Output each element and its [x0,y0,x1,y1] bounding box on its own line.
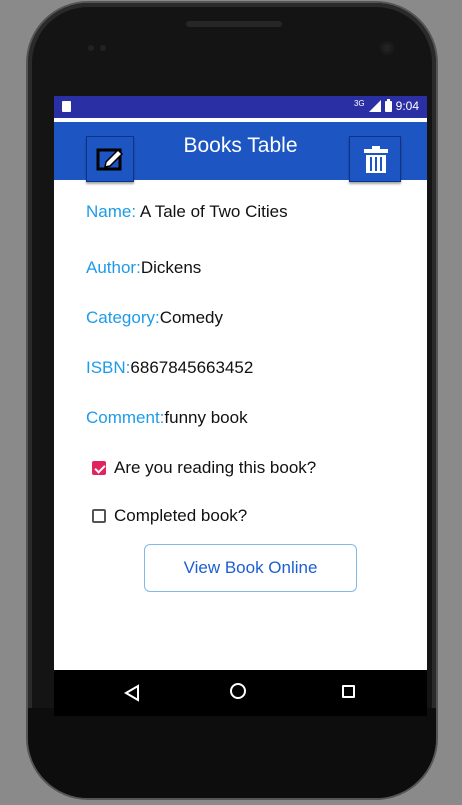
book-author-field: Author:Dickens [86,258,201,278]
earpiece-speaker [186,21,282,27]
book-name-field: Name: A Tale of Two Cities [86,202,288,222]
recents-icon[interactable] [342,685,355,698]
book-comment-label: Comment: [86,408,165,427]
book-category-label: Category: [86,308,160,327]
front-camera-icon [380,41,394,55]
reading-checkbox-label[interactable]: Are you reading this book? [114,458,316,478]
home-icon[interactable] [230,683,246,699]
book-author-label: Author: [86,258,141,277]
phone-bottom-bezel [28,708,436,798]
status-indicators: 3G 9:04 [353,98,419,113]
book-category-value: Comedy [159,308,224,327]
status-bar: 3G 9:04 [54,96,427,118]
book-isbn-label: ISBN: [86,358,131,377]
completed-checkbox-row[interactable]: Completed book? [92,506,247,526]
reading-checkbox[interactable] [92,461,106,475]
book-isbn-value: 6867845663452 [130,358,254,377]
trash-icon [364,146,388,173]
device-screen: 3G 9:04 Books Table Name: A Tale of Two … [54,96,427,716]
sensor-dot [100,45,106,51]
network-type: 3G [353,98,365,108]
completed-checkbox[interactable] [92,509,106,523]
book-category-field: Category:Comedy [86,308,223,328]
sd-card-icon [62,101,71,112]
book-comment-field: Comment:funny book [86,408,248,428]
book-author-value: Dickens [140,258,202,277]
completed-checkbox-label[interactable]: Completed book? [114,506,247,526]
signal-icon [368,100,381,112]
sensor-dot [88,45,94,51]
delete-button[interactable] [349,136,401,182]
view-book-online-button[interactable]: View Book Online [144,544,357,592]
book-name-label: Name: [86,202,137,221]
book-isbn-field: ISBN:6867845663452 [86,358,253,378]
book-name-value: A Tale of Two Cities [139,202,288,221]
back-icon[interactable] [124,684,140,702]
battery-icon [384,98,392,112]
reading-checkbox-row[interactable]: Are you reading this book? [92,458,316,478]
status-time: 9:04 [395,99,419,113]
navigation-bar [54,670,427,716]
app-bar: Books Table [54,122,427,182]
book-comment-value: funny book [164,408,248,427]
